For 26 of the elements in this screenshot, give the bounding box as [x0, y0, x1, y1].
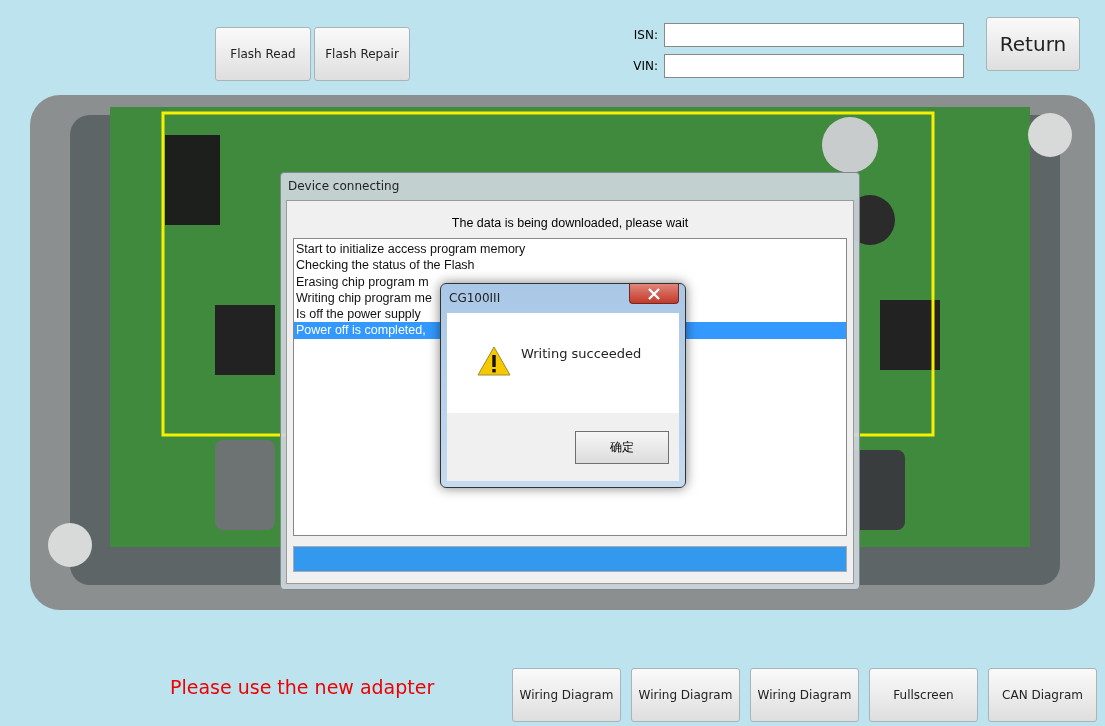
field-label: ISN:	[632, 28, 658, 42]
toolbar-button[interactable]: Flash Read	[215, 27, 311, 81]
input-field[interactable]	[664, 23, 964, 47]
log-entry[interactable]: Start to initialize access program memory	[296, 242, 526, 256]
ok-button[interactable]: 确定	[575, 430, 669, 464]
diagram-button[interactable]: Fullscreen	[869, 668, 978, 722]
log-entry[interactable]: Checking the status of the Flash	[296, 258, 475, 273]
dialog-message: Writing succeeded	[521, 345, 642, 361]
field-label: VIN:	[632, 59, 658, 73]
diagram-button[interactable]: Wiring Diagram	[631, 668, 740, 722]
dialog-title: CG100III	[448, 290, 501, 307]
notice-text: Please use the new adapter	[170, 676, 435, 698]
diagram-button[interactable]: CAN Diagram	[988, 668, 1097, 722]
diagram-button[interactable]: Wiring Diagram	[512, 668, 621, 722]
log-entry[interactable]: Is off the power supply	[296, 307, 421, 322]
return-button[interactable]: Return	[986, 17, 1080, 71]
input-field[interactable]	[664, 54, 964, 78]
warning-icon	[477, 346, 511, 376]
status-message: The data is being downloaded, please wait	[451, 215, 689, 232]
close-button[interactable]	[629, 284, 679, 304]
toolbar-button[interactable]: Flash Repair	[314, 27, 410, 81]
diagram-button[interactable]: Wiring Diagram	[750, 668, 859, 722]
log-entry[interactable]: Writing chip program me	[296, 290, 432, 305]
close-icon	[647, 287, 661, 300]
window-title: Device connecting	[287, 178, 400, 195]
log-entry[interactable]: Erasing chip program m	[296, 274, 429, 289]
